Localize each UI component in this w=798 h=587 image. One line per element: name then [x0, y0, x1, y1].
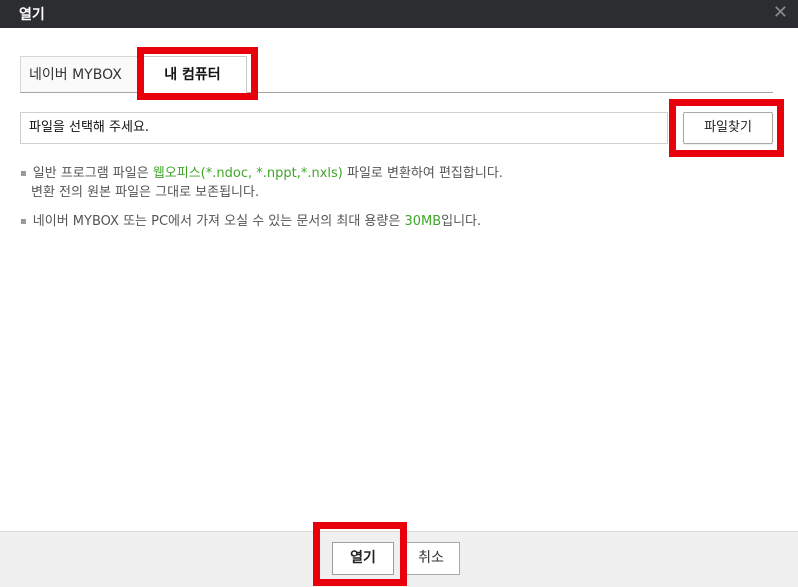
cancel-button[interactable]: 취소: [402, 542, 460, 575]
bullet-icon: ▪: [20, 216, 27, 227]
close-icon[interactable]: ✕: [773, 2, 788, 23]
info-highlight-formats: 웹오피스(*.ndoc, *.nppt,*.nxls): [152, 166, 343, 181]
dialog-footer: [0, 531, 798, 587]
info-highlight-size: 30MB: [404, 214, 442, 229]
info-text: 파일로 변환하여 편집합니다.: [342, 166, 503, 181]
file-path-field[interactable]: 파일을 선택해 주세요.: [20, 112, 668, 144]
source-tabs: 네이버 MYBOX 내 컴퓨터: [20, 56, 773, 93]
bullet-icon: ▪: [20, 168, 27, 179]
info-text: 일반 프로그램 파일은: [32, 166, 153, 181]
browse-file-button[interactable]: 파일찾기: [683, 112, 773, 144]
info-text: 입니다.: [441, 214, 482, 229]
info-text-continued: 변환 전의 원본 파일은 그대로 보존됩니다.: [31, 185, 260, 200]
dialog-title: 열기: [19, 7, 45, 23]
info-text: 네이버 MYBOX 또는 PC에서 가져 오실 수 있는 문서의 최대 용량은: [32, 214, 405, 229]
info-note-convert: ▪ 일반 프로그램 파일은 웹오피스(*.ndoc, *.nppt,*.nxls)…: [20, 164, 503, 202]
tab-naver-mybox[interactable]: 네이버 MYBOX: [20, 56, 138, 92]
dialog-titlebar: 열기 ✕: [0, 0, 798, 28]
open-button[interactable]: 열기: [332, 542, 394, 575]
tab-my-computer[interactable]: 내 컴퓨터: [138, 56, 247, 93]
info-note-size: ▪ 네이버 MYBOX 또는 PC에서 가져 오실 수 있는 문서의 최대 용량은…: [20, 212, 481, 231]
